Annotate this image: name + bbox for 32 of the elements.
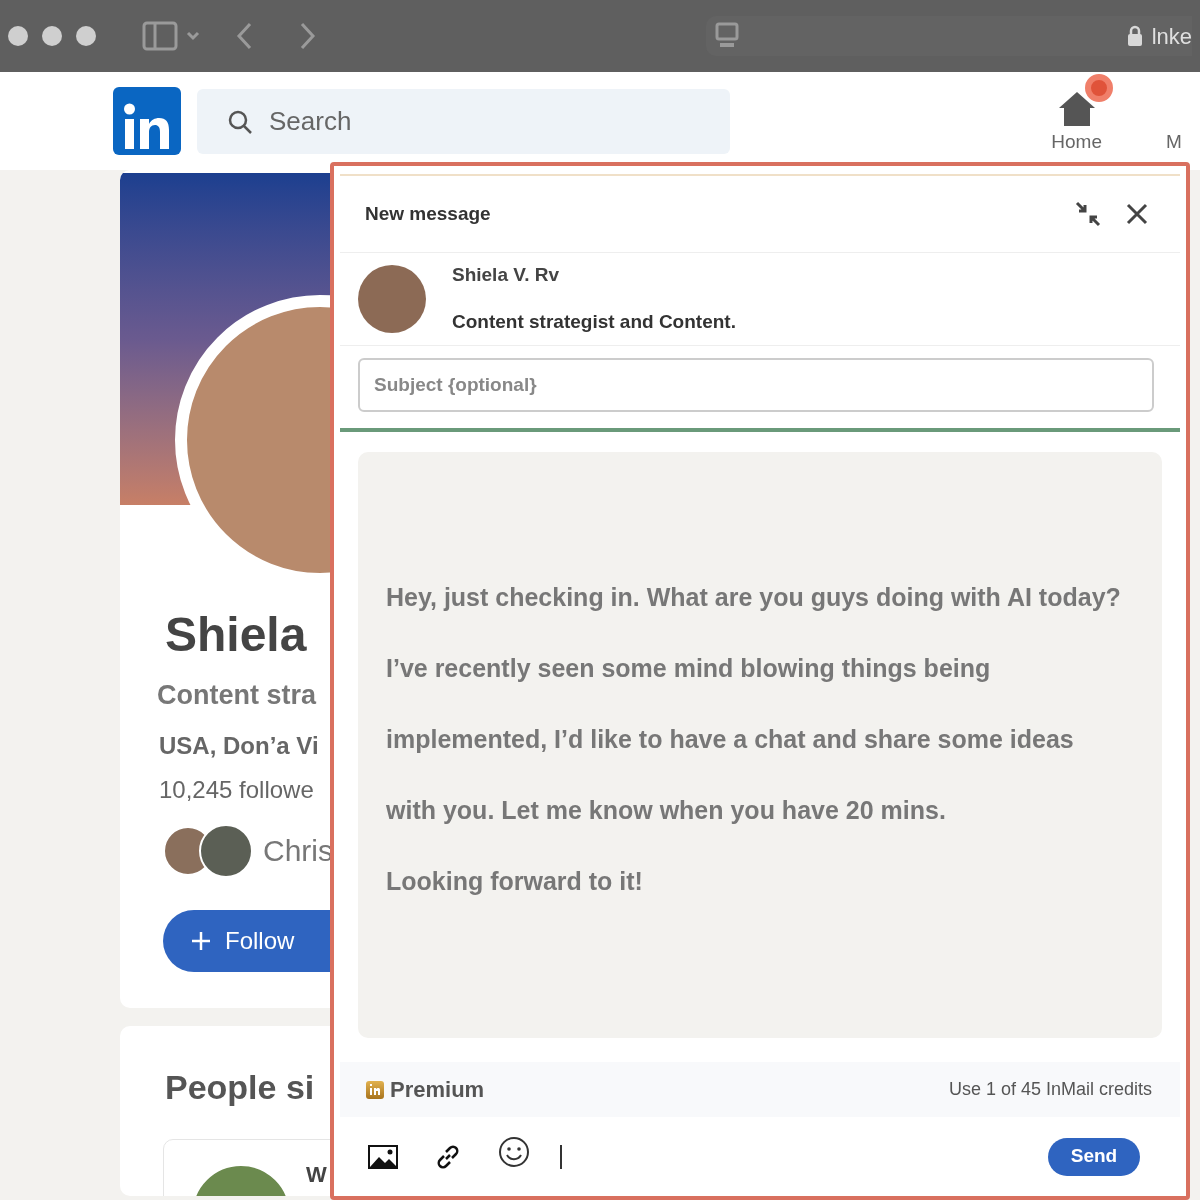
emoji-icon[interactable] [498,1135,530,1168]
message-text: Looking forward to it! [386,866,644,898]
inmail-credits: Use 1 of 45 InMail credits [948,1078,1152,1102]
search-field[interactable]: Search [197,88,730,154]
profile-name: Shiela [165,607,308,663]
follower-count: 10,245 followe [159,774,315,805]
profile-headline: Content stra [157,679,318,712]
nav-link[interactable]: M [1166,127,1182,156]
text-cursor [560,1144,562,1169]
dialog-title: New message [365,201,491,226]
window-controls-icon[interactable] [8,24,98,48]
section-title: People si [165,1068,315,1106]
address-text: lnke [1151,22,1192,51]
subject-field[interactable]: Subject {optional} [358,358,1154,413]
in-logo-icon [369,1084,381,1096]
message-text: Hey, just checking in. What are you guys doing with AI today? I’ve recently seen some mind blowing things being implemented, I’d like to have a chat and share some ideas with you. Let me know when you have 20 mins. [386,582,1121,827]
lock-icon [1125,25,1144,47]
minimize-icon[interactable] [1074,199,1102,228]
person-name: W [306,1164,327,1186]
send-button[interactable]: Send [1048,1137,1140,1176]
linkedin-logo[interactable] [113,87,181,155]
nav-link[interactable]: Home [1051,127,1102,156]
image-icon[interactable] [368,1144,398,1169]
address-bar[interactable]: lnke [706,16,1192,56]
mutual-connection: Chris [263,833,333,869]
close-icon[interactable] [1126,202,1148,225]
search-icon [227,108,253,135]
recipient-headline: Content strategist and Content. [452,309,736,334]
plus-icon [191,930,211,951]
recipient-name: Shiela V. Rv [452,263,561,288]
premium-label: Premium [390,1076,485,1105]
profile-location: USA, Don’a Vi [159,730,320,761]
